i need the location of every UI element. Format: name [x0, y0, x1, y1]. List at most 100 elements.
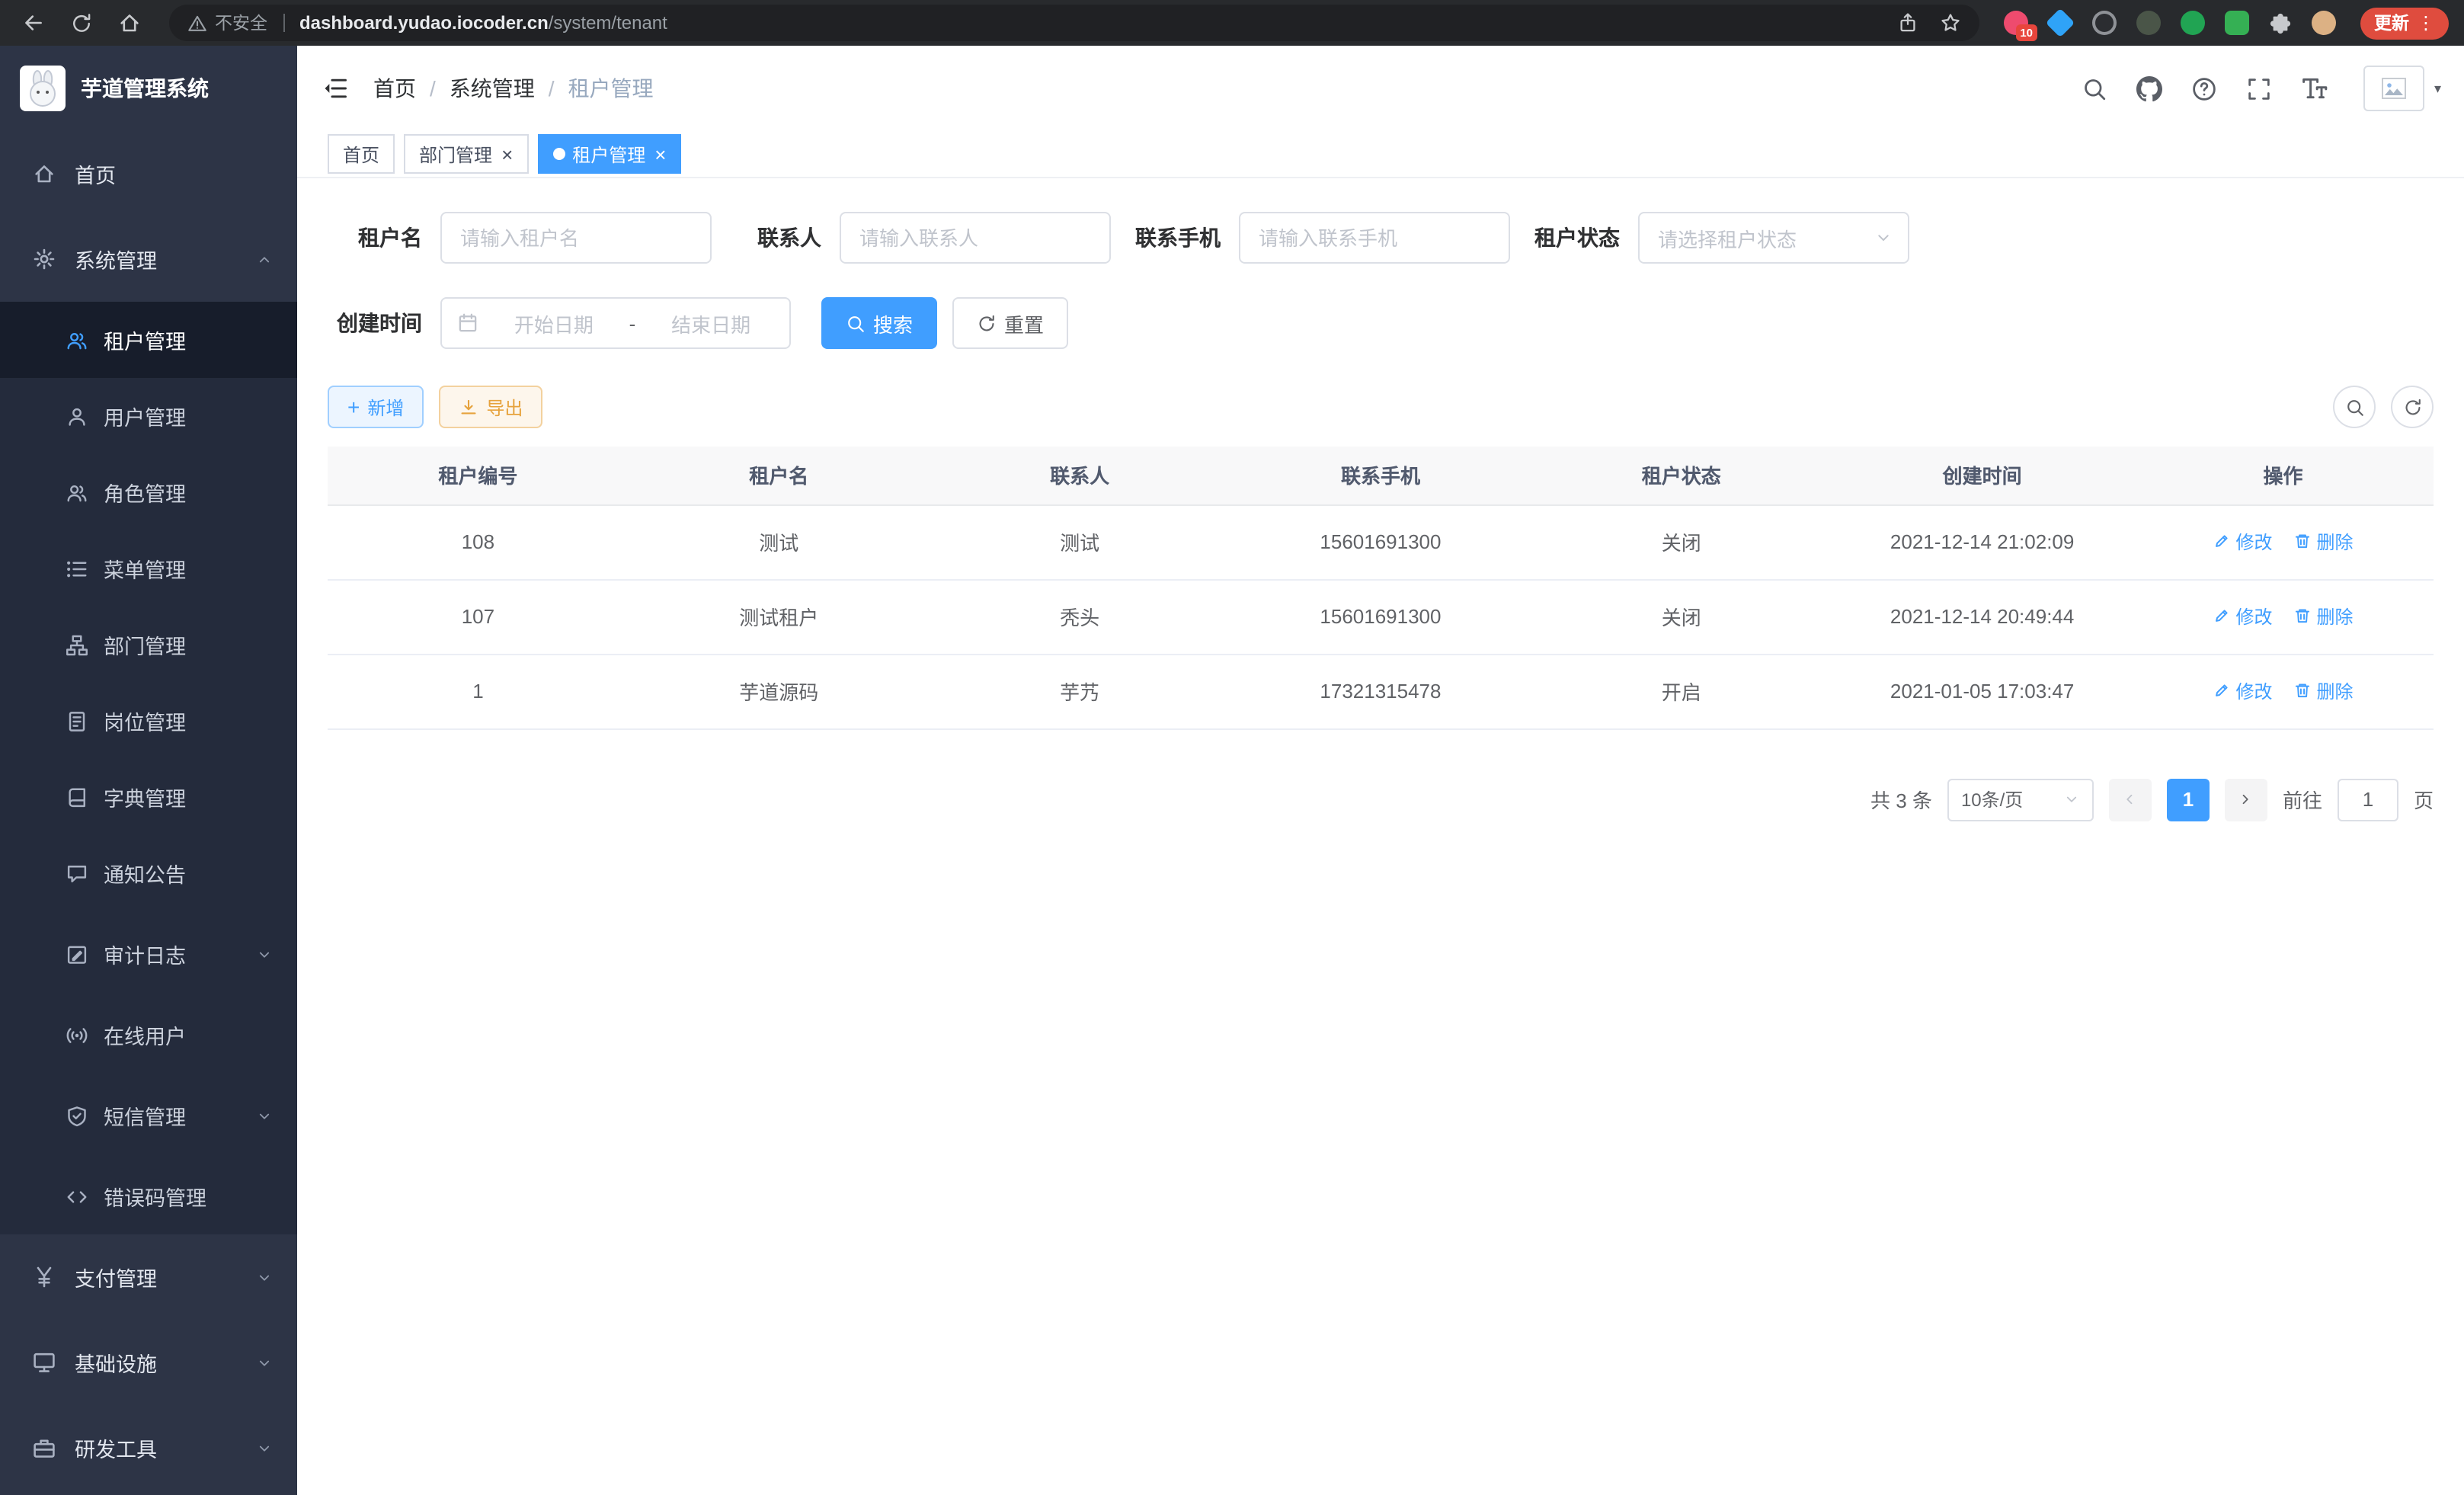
post-badge-icon — [66, 709, 88, 732]
sidebar-item-dev-tools[interactable]: 研发工具 — [0, 1405, 297, 1490]
delete-button[interactable]: 删除 — [2294, 603, 2354, 629]
tag-tenant-active[interactable]: 租户管理 × — [537, 134, 681, 174]
user-avatar — [2364, 66, 2425, 111]
monitor-icon — [32, 1350, 56, 1375]
online-signal-icon — [66, 1023, 88, 1046]
browser-reload-button[interactable] — [70, 11, 93, 34]
pencil-icon — [2213, 607, 2232, 626]
table-row: 1 芋道源码 芋艿 17321315478 开启 2021-01-05 17:0… — [328, 654, 2434, 728]
export-button[interactable]: 导出 — [439, 386, 542, 428]
system-submenu: 租户管理 用户管理 角色管理 菜单管理 — [0, 302, 297, 1234]
refresh-table-button[interactable] — [2391, 386, 2434, 428]
header-search-button[interactable] — [2082, 75, 2108, 101]
delete-button[interactable]: 删除 — [2294, 678, 2354, 704]
edit-button[interactable]: 修改 — [2213, 603, 2273, 629]
share-button[interactable] — [1897, 12, 1918, 34]
chevron-down-icon — [256, 1354, 273, 1371]
sidebar-item-user[interactable]: 用户管理 — [0, 378, 297, 454]
extension-icon-dark-ring[interactable] — [2092, 11, 2117, 35]
browser-back-button[interactable] — [21, 11, 46, 35]
toggle-search-button[interactable] — [2333, 386, 2376, 428]
cell-phone: 17321315478 — [1230, 654, 1531, 728]
sidebar-item-error-code[interactable]: 错误码管理 — [0, 1158, 297, 1234]
prev-page-button[interactable] — [2109, 778, 2152, 821]
delete-button[interactable]: 删除 — [2294, 529, 2354, 555]
phone-input[interactable] — [1239, 212, 1510, 264]
extension-icon-pink[interactable]: 10 — [2004, 11, 2028, 35]
font-size-button[interactable] — [2302, 75, 2329, 102]
fullscreen-button[interactable] — [2247, 75, 2273, 101]
navbar: 首页 / 系统管理 / 租户管理 — [297, 46, 2464, 131]
app-logo-row[interactable]: 芋道管理系统 — [0, 46, 297, 131]
sidebar-item-dept[interactable]: 部门管理 — [0, 607, 297, 683]
extension-icon-green-square[interactable] — [2225, 11, 2249, 35]
pagination: 共 3 条 10条/页 1 前往 页 — [328, 778, 2434, 821]
sidebar-item-home[interactable]: 首页 — [0, 131, 297, 216]
sidebar-item-audit-log[interactable]: 审计日志 — [0, 911, 297, 997]
bookmark-star-button[interactable] — [1940, 12, 1961, 34]
home-icon — [32, 162, 56, 186]
sidebar-item-label: 在线用户 — [104, 1020, 186, 1050]
sidebar-item-payment[interactable]: 支付管理 — [0, 1234, 297, 1320]
extension-icon-green-circle[interactable] — [2181, 11, 2205, 35]
tag-home[interactable]: 首页 — [328, 134, 395, 174]
address-bar[interactable]: 不安全 dashboard.yudao.iocoder.cn/system/te… — [169, 5, 1979, 41]
sidebar-item-system[interactable]: 系统管理 — [0, 216, 297, 302]
sidebar-item-role[interactable]: 角色管理 — [0, 454, 297, 530]
breadcrumb-home[interactable]: 首页 — [373, 73, 416, 104]
contact-input[interactable] — [840, 212, 1111, 264]
close-icon[interactable]: × — [501, 144, 513, 164]
page-number-button[interactable]: 1 — [2167, 778, 2210, 821]
sidebar-item-label: 基础设施 — [75, 1347, 157, 1378]
yen-payment-icon — [32, 1265, 56, 1289]
add-button[interactable]: + 新增 — [328, 386, 424, 428]
sidebar-toggle-button[interactable] — [297, 46, 373, 131]
sidebar-item-post[interactable]: 岗位管理 — [0, 683, 297, 759]
user-menu[interactable]: ▾ — [2364, 66, 2441, 111]
breadcrumb-separator: / — [549, 76, 555, 101]
sidebar-item-label: 短信管理 — [104, 1100, 186, 1131]
share-icon — [1897, 12, 1918, 34]
profile-avatar[interactable] — [2312, 11, 2336, 35]
sidebar-item-tenant[interactable]: 租户管理 — [0, 302, 297, 378]
sidebar-item-sms[interactable]: 短信管理 — [0, 1073, 297, 1158]
calendar-icon — [457, 312, 478, 334]
tenant-name-input[interactable] — [440, 212, 712, 264]
next-page-button[interactable] — [2225, 778, 2267, 821]
url-domain: dashboard.yudao.iocoder.cn — [299, 12, 549, 34]
cell-tenant-name: 测试 — [629, 504, 930, 579]
edit-button[interactable]: 修改 — [2213, 678, 2273, 704]
create-time-range-input[interactable]: 开始日期 - 结束日期 — [440, 297, 791, 349]
docs-help-button[interactable] — [2192, 75, 2218, 101]
browser-home-button[interactable] — [117, 11, 142, 35]
sidebar-item-dict[interactable]: 字典管理 — [0, 759, 297, 835]
roles-users-icon — [66, 481, 88, 504]
security-indicator[interactable]: 不安全 — [187, 11, 267, 35]
sidebar-item-infrastructure[interactable]: 基础设施 — [0, 1320, 297, 1405]
search-button[interactable]: 搜索 — [821, 297, 937, 349]
trash-icon — [2294, 533, 2312, 551]
sidebar-item-notice[interactable]: 通知公告 — [0, 835, 297, 911]
reset-button[interactable]: 重置 — [952, 297, 1068, 349]
extension-icon-olive[interactable] — [2136, 11, 2161, 35]
edit-button[interactable]: 修改 — [2213, 529, 2273, 555]
chrome-update-button[interactable]: 更新 ⋮ — [2360, 7, 2449, 39]
close-icon[interactable]: × — [654, 144, 666, 164]
extensions-menu-button[interactable] — [2269, 11, 2292, 34]
cell-created: 2021-01-05 17:03:47 — [1832, 654, 2133, 728]
page-size-select[interactable]: 10条/页 — [1947, 778, 2094, 821]
tag-dept[interactable]: 部门管理 × — [404, 134, 528, 174]
chevron-right-icon — [2238, 791, 2254, 808]
table-row: 108 测试 测试 15601691300 关闭 2021-12-14 21:0… — [328, 504, 2434, 579]
goto-page-input[interactable] — [2338, 778, 2398, 821]
sidebar-menu: 首页 系统管理 租户管理 用户管理 — [0, 131, 297, 1490]
github-button[interactable] — [2137, 75, 2163, 101]
table-toolbar: + 新增 导出 — [328, 386, 2434, 428]
breadcrumb-system[interactable]: 系统管理 — [450, 73, 535, 104]
tenant-status-select[interactable]: 请选择租户状态 — [1638, 212, 1909, 264]
sidebar-item-menu[interactable]: 菜单管理 — [0, 530, 297, 607]
search-icon — [2082, 75, 2108, 101]
pencil-icon — [2213, 682, 2232, 700]
sidebar-item-online-users[interactable]: 在线用户 — [0, 997, 297, 1073]
extension-icon-blue[interactable] — [2046, 8, 2075, 37]
